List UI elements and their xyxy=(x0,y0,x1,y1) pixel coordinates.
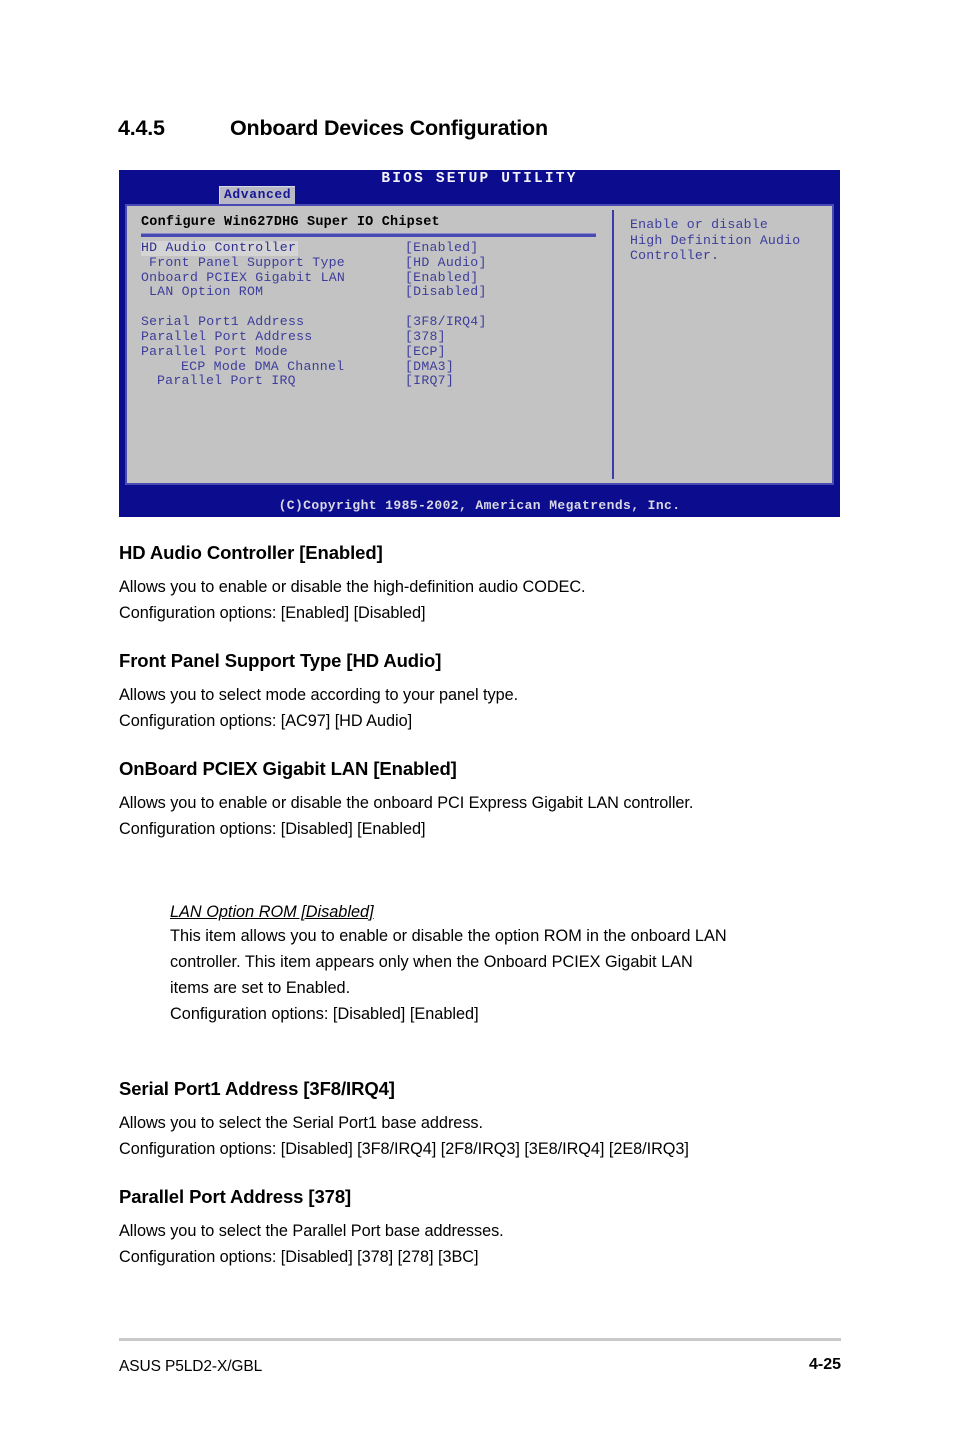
bios-title-rule xyxy=(141,233,596,237)
bios-row[interactable]: Parallel Port Address [378] xyxy=(141,328,612,345)
item-heading: HD Audio Controller [Enabled] xyxy=(119,542,383,563)
note-block-lan-option-rom: LAN Option ROM [Disabled] This item allo… xyxy=(170,903,860,1027)
footer-divider xyxy=(119,1338,841,1341)
bios-row-label: Parallel Port Address xyxy=(141,328,313,344)
item-config-options: Configuration options: [Disabled] [378] … xyxy=(119,1248,479,1266)
bios-help-line: High Definition Audio xyxy=(630,232,801,248)
bios-row-value[interactable]: [Enabled] xyxy=(405,240,478,256)
note-config-options: Configuration options: [Disabled] [Enabl… xyxy=(170,1005,479,1023)
bios-panel-title: Configure Win627DHG Super IO Chipset xyxy=(141,215,440,230)
bios-row-label: HD Audio Controller xyxy=(141,240,299,256)
item-block-onboard-pciex-gigabit-lan: OnBoard PCIEX Gigabit LAN [Enabled] Allo… xyxy=(119,758,849,842)
bios-row-label: Front Panel Support Type xyxy=(149,254,345,270)
bios-title-bar: BIOS SETUP UTILITY Advanced xyxy=(119,170,840,204)
bios-row[interactable]: Parallel Port IRQ [IRQ7] xyxy=(141,374,612,389)
bios-row-value[interactable]: [HD Audio] xyxy=(405,255,487,271)
item-description: Allows you to select mode according to y… xyxy=(119,686,519,704)
item-description: Allows you to enable or disable the onbo… xyxy=(119,794,694,812)
note-line: controller. This item appears only when … xyxy=(170,953,693,971)
item-block-serial-port1-address: Serial Port1 Address [3F8/IRQ4] Allows y… xyxy=(119,1078,849,1162)
bios-row-label: Onboard PCIEX Gigabit LAN xyxy=(141,269,346,285)
tab-advanced[interactable]: Advanced xyxy=(219,186,296,204)
bios-row-value[interactable]: [3F8/IRQ4] xyxy=(405,314,487,330)
item-block-front-panel-support-type: Front Panel Support Type [HD Audio] Allo… xyxy=(119,650,849,734)
bios-help-line: Controller. xyxy=(630,248,720,263)
bios-row-value[interactable]: [ECP] xyxy=(405,344,446,360)
bios-row-spacer xyxy=(141,300,612,315)
item-config-options: Configuration options: [Disabled] [3F8/I… xyxy=(119,1140,689,1158)
bios-copyright: (C)Copyright 1985-2002, American Megatre… xyxy=(278,498,681,513)
item-description: Allows you to select the Parallel Port b… xyxy=(119,1222,504,1240)
bios-row-label: Serial Port1 Address xyxy=(141,314,305,330)
note-heading: LAN Option ROM [Disabled] xyxy=(170,903,374,921)
page-title: 4.4.5 Onboard Devices Configuration xyxy=(118,116,878,141)
item-config-options: Configuration options: [AC97] [HD Audio] xyxy=(119,712,413,730)
bios-menu-list: HD Audio Controller [Enabled] Front Panel … xyxy=(141,240,612,389)
bios-body: Configure Win627DHG Super IO Chipset HD … xyxy=(125,204,834,485)
item-block-hd-audio-controller: HD Audio Controller [Enabled] Allows you… xyxy=(119,542,849,626)
footer-product-name: ASUS P5LD2-X/GBL xyxy=(119,1358,263,1375)
bios-row-value[interactable]: [DMA3] xyxy=(405,359,454,375)
footer-page-number: 4-25 xyxy=(808,1356,841,1373)
item-block-parallel-port-address: Parallel Port Address [378] Allows you t… xyxy=(119,1186,849,1270)
bios-row-label: ECP Mode DMA Channel xyxy=(181,358,345,374)
item-heading: Front Panel Support Type [HD Audio] xyxy=(119,650,442,671)
bios-row-label: Parallel Port Mode xyxy=(141,343,288,359)
bios-row[interactable]: Serial Port1 Address [3F8/IRQ4] xyxy=(141,314,612,330)
section-number: 4.4.5 xyxy=(118,116,165,140)
section-title: Onboard Devices Configuration xyxy=(230,116,548,140)
bios-row-value[interactable]: [Disabled] xyxy=(405,285,487,300)
bios-row-value[interactable]: [378] xyxy=(405,329,446,345)
bios-setup-screenshot: BIOS SETUP UTILITY Advanced Configure Wi… xyxy=(119,170,840,517)
bios-utility-title: BIOS SETUP UTILITY xyxy=(381,171,578,187)
bios-help-panel: Enable or disable High Definition Audio … xyxy=(614,206,832,483)
bios-row-selected[interactable]: HD Audio Controller [Enabled] xyxy=(141,240,612,256)
item-description: Allows you to select the Serial Port1 ba… xyxy=(119,1114,483,1132)
item-description: Allows you to enable or disable the high… xyxy=(119,578,586,596)
bios-row[interactable]: Onboard PCIEX Gigabit LAN [Enabled] xyxy=(141,269,612,286)
bios-row-value[interactable]: [Enabled] xyxy=(405,270,478,286)
item-heading: OnBoard PCIEX Gigabit LAN [Enabled] xyxy=(119,758,457,779)
item-config-options: Configuration options: [Enabled] [Disabl… xyxy=(119,604,426,622)
item-config-options: Configuration options: [Disabled] [Enabl… xyxy=(119,820,426,838)
bios-row-value[interactable]: [IRQ7] xyxy=(405,374,454,389)
bios-row[interactable]: Parallel Port Mode [ECP] xyxy=(141,343,612,360)
bios-row[interactable]: ECP Mode DMA Channel [DMA3] xyxy=(141,358,612,375)
bios-help-line: Enable or disable xyxy=(630,217,768,232)
item-heading: Parallel Port Address [378] xyxy=(119,1186,352,1207)
bios-row[interactable]: LAN Option ROM [Disabled] xyxy=(141,285,612,300)
bios-row-label: Parallel Port IRQ xyxy=(157,373,296,389)
bios-row-label: LAN Option ROM xyxy=(149,284,264,300)
bios-menu-panel: Configure Win627DHG Super IO Chipset HD … xyxy=(127,206,612,483)
item-heading: Serial Port1 Address [3F8/IRQ4] xyxy=(119,1078,395,1099)
note-line: items are set to Enabled. xyxy=(170,979,351,997)
note-line: This item allows you to enable or disabl… xyxy=(170,927,727,945)
bios-row[interactable]: Front Panel Support Type [HD Audio] xyxy=(141,254,612,271)
